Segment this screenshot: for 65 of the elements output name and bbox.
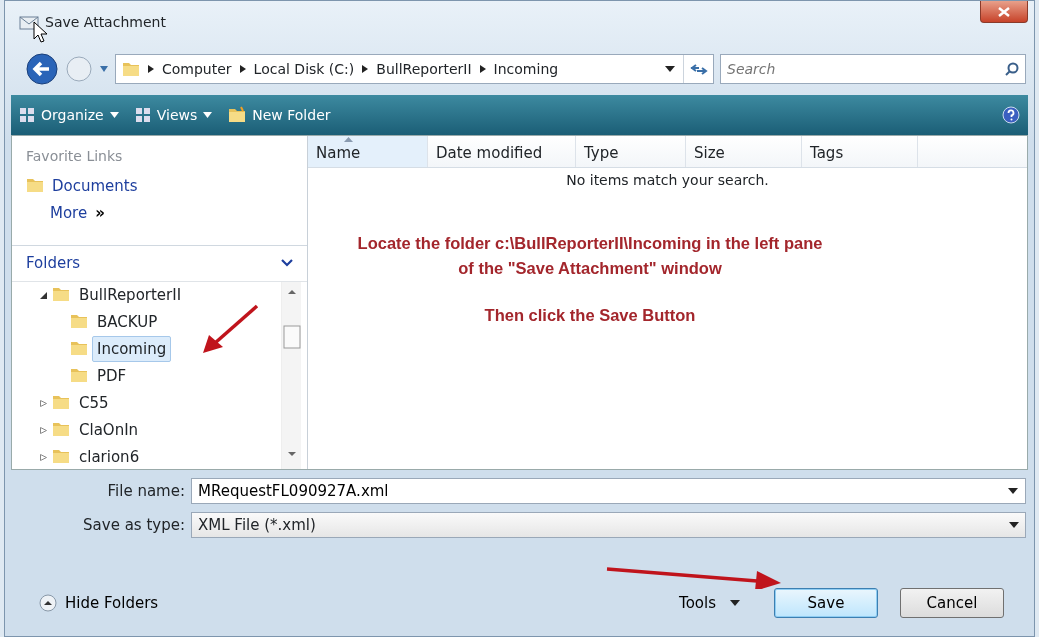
envelope-icon (19, 13, 39, 31)
sort-arrow-icon (344, 137, 353, 142)
hide-folders-button[interactable]: Hide Folders (15, 591, 159, 615)
expanded-triangle-icon[interactable] (39, 291, 47, 299)
breadcrumb[interactable]: Computer (162, 58, 232, 80)
chevron-right-icon (479, 65, 486, 73)
window-title: Save Attachment (45, 12, 166, 32)
favorite-link[interactable]: Documents (52, 175, 138, 198)
close-button[interactable] (980, 1, 1028, 23)
toolbar-item-icon (19, 107, 35, 123)
menu-button[interactable]: Views (134, 104, 213, 126)
section-heading: Favorite Links (26, 147, 124, 166)
collapsed-triangle-icon[interactable] (39, 399, 47, 407)
folders-header[interactable]: Folders (12, 246, 307, 282)
column-header[interactable]: Type (576, 136, 686, 167)
chevron-down-icon (281, 259, 293, 268)
breadcrumb[interactable]: Local Disk (C:) (253, 58, 355, 80)
folder-item[interactable]: ClaOnIn (74, 416, 144, 444)
dropdown-caret-icon (1008, 488, 1018, 494)
caret-icon (109, 112, 119, 118)
more-link[interactable]: More » (50, 201, 105, 224)
dropdown-caret-icon (1009, 522, 1019, 528)
toolbar-item-icon (134, 107, 151, 123)
file-name-field[interactable]: MRequestFL090927A.xml (191, 478, 1026, 504)
collapse-up-icon (39, 594, 57, 612)
folder-item[interactable]: BACKUP (92, 308, 163, 336)
caret-icon (730, 600, 740, 606)
column-header[interactable]: Name (308, 136, 428, 167)
column-header[interactable]: Date modified (428, 136, 576, 167)
breadcrumb[interactable]: Incoming (493, 58, 559, 80)
chevron-right-icon (148, 65, 154, 73)
chevron-right-icon (239, 65, 246, 73)
folder-icon (122, 60, 140, 78)
help-icon[interactable] (1002, 106, 1020, 124)
collapsed-triangle-icon[interactable] (39, 426, 47, 434)
folder-item[interactable]: PDF (92, 362, 132, 390)
save-button[interactable]: Save (774, 588, 878, 618)
field-label: File name: (106, 480, 186, 502)
instruction-text: Then click the Save Button (483, 304, 697, 326)
folder-item[interactable]: Incoming (92, 335, 172, 363)
column-header[interactable]: Size (686, 136, 802, 167)
collapsed-triangle-icon[interactable] (39, 453, 47, 461)
tools-button[interactable]: Tools (673, 590, 746, 616)
caret-icon (203, 112, 213, 118)
breadcrumb[interactable]: BullReporterII (376, 58, 472, 80)
file-type-dropdown[interactable]: XML File (*.xml) (191, 512, 1026, 538)
folder-item[interactable]: C55 (74, 389, 114, 417)
chevron-right-icon (362, 65, 369, 73)
search-field[interactable]: Search (720, 54, 1026, 84)
menu-button[interactable]: Organize (19, 104, 119, 126)
folder-item[interactable]: BullReporterII (74, 281, 187, 309)
search-icon (1005, 62, 1019, 76)
instruction-text: Locate the folder c:\BullReporterII\Incoming in the left pane of the "Save Attachment" window (356, 233, 824, 279)
close-icon (998, 6, 1010, 17)
empty-message: No items match your search. (565, 171, 770, 190)
folder-icon (228, 106, 247, 124)
address-bar[interactable]: Computer Local Disk (C:) BullReporterII Incoming (115, 54, 714, 84)
mouse-cursor-icon (33, 21, 47, 43)
folder-item[interactable]: clarion6 (74, 443, 145, 469)
cancel-button[interactable]: Cancel (900, 588, 1004, 618)
column-header[interactable]: Tags (802, 136, 918, 167)
toolbar-button[interactable]: New Folder (228, 104, 331, 126)
pointer-arrow-drawing (201, 303, 261, 355)
field-label: Save as type: (82, 514, 186, 536)
dropdown-caret-icon[interactable] (665, 66, 675, 72)
